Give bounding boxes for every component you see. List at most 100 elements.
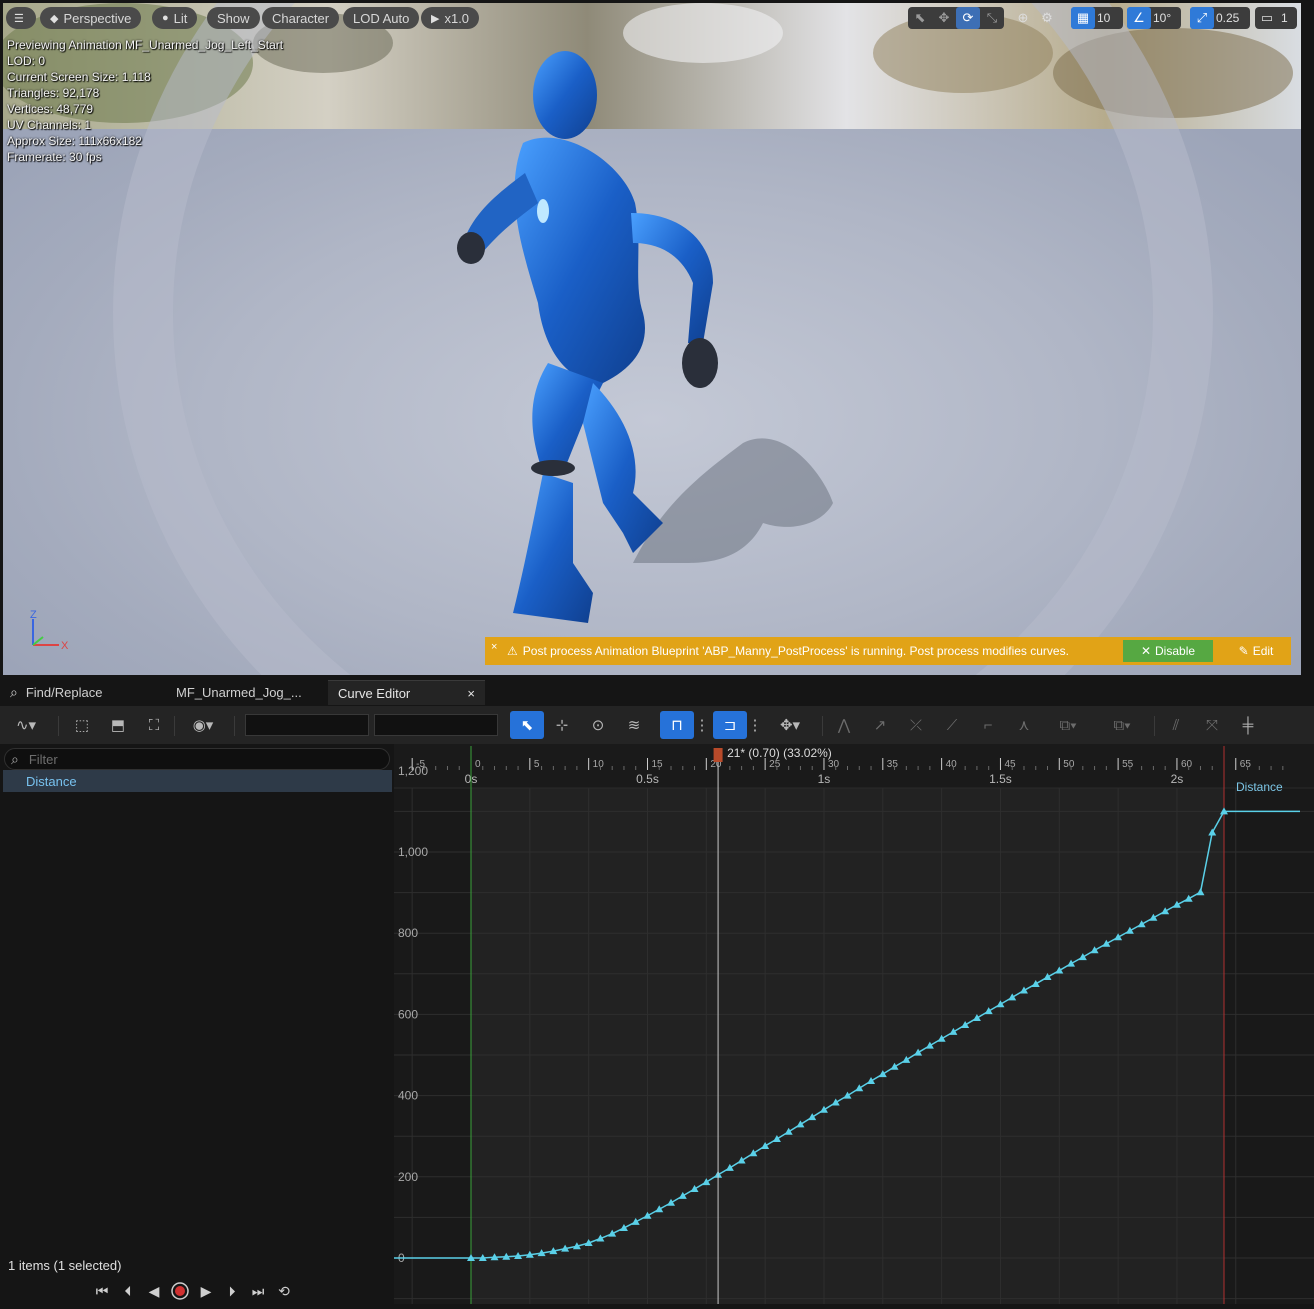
- scale-snap[interactable]: ⤢ 0.25: [1190, 7, 1250, 29]
- character-button[interactable]: Character: [262, 7, 340, 29]
- warning-icon: ⚠: [507, 644, 518, 658]
- scale-icon[interactable]: ⤡: [980, 7, 1004, 29]
- frame-tick-label: 40: [946, 759, 958, 770]
- curve-item-distance[interactable]: Distance: [3, 770, 392, 792]
- snap-time-icon[interactable]: ⊓: [660, 711, 694, 739]
- curve-view-mode-icon[interactable]: ∿▾: [8, 714, 44, 736]
- frame-selection-icon[interactable]: ⬚: [70, 714, 94, 736]
- select-icon[interactable]: ⬉: [908, 7, 932, 29]
- tab-curve-editor[interactable]: Curve Editor ×: [328, 680, 485, 705]
- stat-line: Triangles: 92,178: [7, 86, 100, 100]
- items-status: 1 items (1 selected): [8, 1258, 122, 1273]
- auto-tangent-icon[interactable]: ⋀: [832, 714, 856, 736]
- show-button[interactable]: Show: [207, 7, 260, 29]
- svg-text:Z: Z: [30, 609, 37, 621]
- stat-line: Vertices: 48,779: [7, 102, 94, 116]
- stat-line: Framerate: 30 fps: [7, 150, 102, 164]
- frame-horizontal-icon[interactable]: ⛶: [142, 714, 166, 736]
- curve-tree-panel: ⌕ Distance 1 items (1 selected) ⏮ ⏴ ◀ ▶ …: [0, 744, 394, 1304]
- tab-animation[interactable]: MF_Unarmed_Jog_...: [166, 680, 326, 705]
- curve-graph-canvas[interactable]: -5 0 5 10 15 20 25 30 35 40 45 50 55 60 65 0s 0.5s 1s 1.5…: [394, 744, 1314, 1304]
- step-back-icon[interactable]: ⏴: [118, 1281, 138, 1301]
- multi-select-tool-icon[interactable]: ≋: [622, 714, 646, 736]
- stat-line: Approx Size: 111x66x182: [7, 134, 142, 148]
- more-options-icon[interactable]: ⋮: [747, 714, 763, 736]
- filter-field[interactable]: ⌕: [4, 748, 390, 770]
- post-process-warning-banner: × ⚠ Post process Animation Blueprint 'AB…: [485, 637, 1291, 665]
- axis-snap-icon[interactable]: ✥▾: [772, 714, 808, 736]
- frame-tick-label: 10: [593, 759, 605, 770]
- loop-icon[interactable]: ⟲: [274, 1281, 294, 1301]
- skip-to-start-icon[interactable]: ⏮: [92, 1281, 112, 1301]
- value-tick-label: 1,000: [398, 845, 428, 859]
- playhead-label: 21* (0.70) (33.02%): [727, 746, 832, 760]
- value-tick-label: 200: [398, 1170, 418, 1184]
- space-tools: ⊕ ⚙: [1011, 7, 1067, 29]
- perspective-button[interactable]: ◆ Perspective: [40, 7, 142, 29]
- rotate-icon[interactable]: ⟳: [956, 7, 980, 29]
- user-tangent-icon[interactable]: ↗: [868, 714, 892, 736]
- post-infinity-icon[interactable]: ⧉▾: [1102, 714, 1142, 736]
- camera-icon: ▭: [1260, 10, 1274, 25]
- disable-button[interactable]: ✕ Disable: [1123, 640, 1213, 662]
- skip-to-end-icon[interactable]: ⏭: [248, 1281, 268, 1301]
- waveform-icon[interactable]: ╪: [1236, 714, 1260, 736]
- retime-tool-icon[interactable]: ⊙: [586, 714, 610, 736]
- frame-tick-label: 0: [475, 759, 481, 770]
- filter-curves-icon[interactable]: ⫽: [1164, 714, 1188, 736]
- select-tool-icon[interactable]: ⬉: [510, 711, 544, 739]
- viewport-stats: Previewing Animation MF_Unarmed_Jog_Left…: [7, 37, 283, 165]
- panel-tab-bar: ⌕ Find/Replace MF_Unarmed_Jog_... Curve …: [0, 680, 1314, 706]
- time-tick-label: 0.5s: [636, 772, 659, 786]
- translate-icon[interactable]: ✥: [932, 7, 956, 29]
- pre-infinity-icon[interactable]: ⧉▾: [1048, 714, 1088, 736]
- search-icon: ⌕: [11, 750, 19, 767]
- constant-tangent-icon[interactable]: ⌐: [976, 714, 1000, 736]
- play-rate-button[interactable]: ▶ x1.0: [421, 7, 480, 29]
- smooth-curves-icon[interactable]: ⤧: [1200, 714, 1224, 736]
- lod-button[interactable]: LOD Auto: [343, 7, 420, 29]
- stat-line: Previewing Animation MF_Unarmed_Jog_Left…: [7, 38, 284, 52]
- step-forward-icon[interactable]: ⏵: [222, 1281, 242, 1301]
- sphere-icon: ●: [162, 12, 169, 24]
- key-time-field[interactable]: [245, 714, 369, 736]
- grid-snap[interactable]: ▦ 10: [1071, 7, 1123, 29]
- world-space-icon[interactable]: ⊕: [1011, 7, 1035, 29]
- banner-close-button[interactable]: ×: [491, 641, 497, 653]
- frame-tick-label: 5: [534, 759, 540, 770]
- tab-close-button[interactable]: ×: [467, 686, 475, 701]
- record-icon[interactable]: [170, 1281, 190, 1301]
- camera-speed[interactable]: ▭ 1: [1255, 7, 1297, 29]
- snap-value-icon[interactable]: ⊐: [713, 711, 747, 739]
- cube-icon: ◆: [50, 12, 59, 25]
- play-reverse-icon[interactable]: ◀: [144, 1281, 164, 1301]
- surface-snap-icon[interactable]: ⚙: [1035, 7, 1059, 29]
- edit-button[interactable]: ✎ Edit: [1227, 640, 1285, 662]
- play-icon[interactable]: ▶: [196, 1281, 216, 1301]
- stat-line: Current Screen Size: 1.118: [7, 70, 151, 84]
- curve-graph[interactable]: -5 0 5 10 15 20 25 30 35 40 45 50 55 60 65 0s 0.5s 1s 1.5…: [394, 744, 1314, 1304]
- filter-input[interactable]: [26, 750, 361, 768]
- grid-icon: ▦: [1071, 7, 1095, 29]
- rotation-snap[interactable]: ∠ 10°: [1127, 7, 1181, 29]
- lit-button[interactable]: ● Lit: [152, 7, 198, 29]
- viewport-menu-button[interactable]: ☰: [6, 7, 36, 29]
- linear-tangent-icon[interactable]: ⟋: [940, 714, 964, 736]
- search-icon: ⌕: [10, 684, 18, 700]
- more-options-icon[interactable]: ⋮: [694, 714, 710, 736]
- tab-find-replace[interactable]: ⌕ Find/Replace: [0, 680, 165, 705]
- visibility-icon[interactable]: ◉▾: [184, 714, 222, 736]
- frame-vertical-icon[interactable]: ⬒: [106, 714, 130, 736]
- flatten-tangent-icon[interactable]: ⋏: [1012, 714, 1036, 736]
- transform-tool-icon[interactable]: ⊹: [550, 714, 574, 736]
- animation-viewport[interactable]: Z X ☰ ◆ Perspective ● Lit Show Character…: [3, 3, 1301, 675]
- curve-editor-toolbar: ∿▾ ⬚ ⬒ ⛶ ◉▾ ⬉ ⊹ ⊙ ≋ ⊓ ⋮ ⊐ ⋮ ✥▾ ⋀ ↗ ⤫ ⟋ ⌐…: [0, 706, 1314, 744]
- break-tangent-icon[interactable]: ⤫: [904, 714, 928, 736]
- value-tick-label: 1,200: [398, 764, 428, 778]
- stat-line: LOD: 0: [7, 54, 46, 68]
- value-tick-label: 800: [398, 926, 418, 940]
- svg-text:X: X: [61, 640, 69, 652]
- key-value-field[interactable]: [374, 714, 498, 736]
- frame-tick-label: 55: [1122, 759, 1134, 770]
- stat-line: UV Channels: 1: [7, 118, 92, 132]
